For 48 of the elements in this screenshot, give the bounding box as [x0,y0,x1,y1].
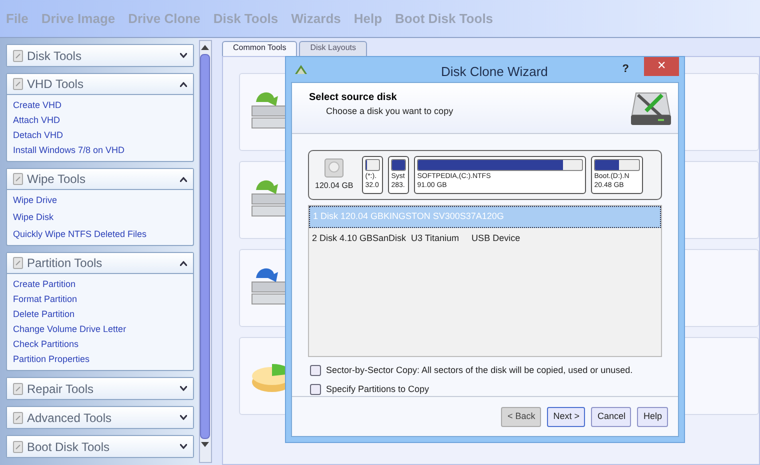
sidebar-link[interactable]: Check Partitions [13,338,187,351]
help-button[interactable]: ? [622,61,629,78]
section-header[interactable]: Partition Tools [7,253,193,274]
scroll-down-icon[interactable] [201,442,210,448]
sidebar-link[interactable]: Create Partition [13,278,187,291]
section-header[interactable]: Repair Tools [7,378,193,399]
expand-icon [180,386,187,391]
sidebar-link[interactable]: Wipe Drive [13,194,187,207]
collapse-icon [180,260,187,266]
expand-icon [180,53,187,58]
checkbox-label: Sector-by-Sector Copy: All sectors of the disk will be copied, used or unused. [326,364,633,377]
dialog-button[interactable]: Next > [547,406,586,426]
sidebar-link[interactable]: Partition Properties [13,353,187,366]
sidebar-link[interactable]: Delete Partition [13,308,187,321]
dialog-title: Disk Clone Wizard [441,63,548,81]
dialog-button[interactable]: Cancel [591,406,632,426]
app-logo-icon [295,65,307,74]
sidebar-link[interactable]: Create VHD [13,99,187,112]
section-header[interactable]: VHD Tools [7,74,193,95]
sidebar-link[interactable]: Install Windows 7/8 on VHD [13,144,187,157]
disk-size: 120.04 GB [315,180,354,192]
checkbox[interactable] [310,365,321,376]
close-button[interactable]: ✕ [644,57,679,76]
tab[interactable]: Disk Layouts [299,41,368,56]
expand-icon [180,415,187,420]
sidebar-link[interactable]: Detach VHD [13,129,187,142]
scroll-up-icon[interactable] [201,44,210,50]
expand-icon [180,444,187,449]
collapse-icon [180,82,187,86]
section-header[interactable]: Wipe Tools [7,169,193,190]
sidebar-link[interactable]: Change Volume Drive Letter [13,323,187,336]
sidebar-link[interactable]: Attach VHD [13,114,187,127]
sidebar-link[interactable]: Format Partition [13,293,187,306]
step-description: Choose a disk you want to copy [325,105,454,118]
collapse-icon [180,176,187,182]
scrollbar[interactable] [198,40,212,463]
sidebar-link[interactable]: Quickly Wipe NTFS Deleted Files [13,228,187,241]
step-heading: Select source disk [309,91,398,105]
checkbox[interactable] [310,384,321,395]
disk-row[interactable]: 2 Disk 4.10 GBSanDisk U3 Titanium USB Device [309,228,661,250]
scroll-thumb[interactable] [200,54,210,439]
sidebar-link[interactable]: Wipe Disk [13,211,187,224]
checkbox-label: Specify Partitions to Copy [326,382,430,396]
tab[interactable]: Common Tools [222,41,298,56]
section-header[interactable]: Boot Disk Tools [7,436,193,457]
dialog-button[interactable]: Help [637,406,668,426]
section-header[interactable]: Disk Tools [7,45,193,66]
section-header[interactable]: Advanced Tools [7,407,193,428]
